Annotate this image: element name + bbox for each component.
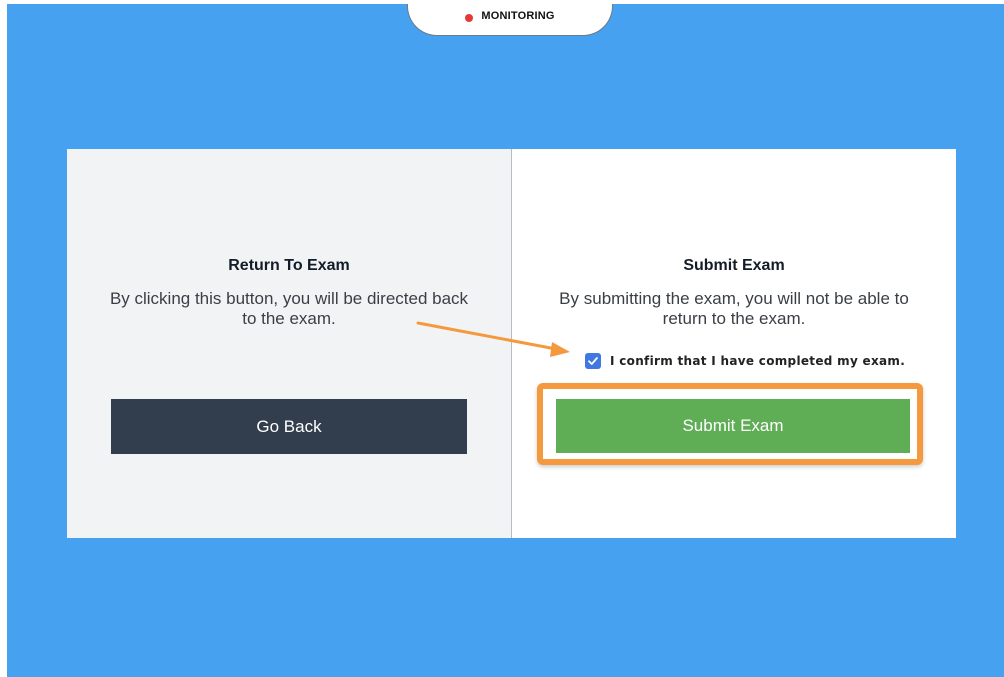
return-to-exam-section: Return To Exam By clicking this button, …: [67, 149, 512, 538]
submit-exam-description: By submitting the exam, you will not be …: [559, 289, 909, 328]
recording-dot-icon: [465, 14, 474, 22]
submit-exam-button[interactable]: Submit Exam: [556, 399, 910, 453]
submit-exam-title: Submit Exam: [683, 257, 785, 274]
checkmark-icon: [588, 357, 598, 365]
submit-button-highlight: Submit Exam: [537, 383, 923, 465]
return-to-exam-title: Return To Exam: [228, 257, 350, 274]
return-to-exam-description: By clicking this button, you will be dir…: [109, 289, 469, 328]
confirm-completion-row: I confirm that I have completed my exam.: [585, 353, 905, 369]
submit-exam-section: Submit Exam By submitting the exam, you …: [512, 149, 956, 538]
confirm-checkbox[interactable]: [585, 353, 601, 369]
monitoring-indicator: MONITORING: [407, 4, 613, 36]
monitoring-label: MONITORING: [481, 10, 555, 22]
exit-exam-panel: Return To Exam By clicking this button, …: [67, 149, 956, 538]
go-back-button[interactable]: Go Back: [111, 399, 467, 454]
confirm-checkbox-label[interactable]: I confirm that I have completed my exam.: [610, 354, 905, 368]
exam-screen: MONITORING Return To Exam By clicking th…: [7, 4, 1004, 677]
